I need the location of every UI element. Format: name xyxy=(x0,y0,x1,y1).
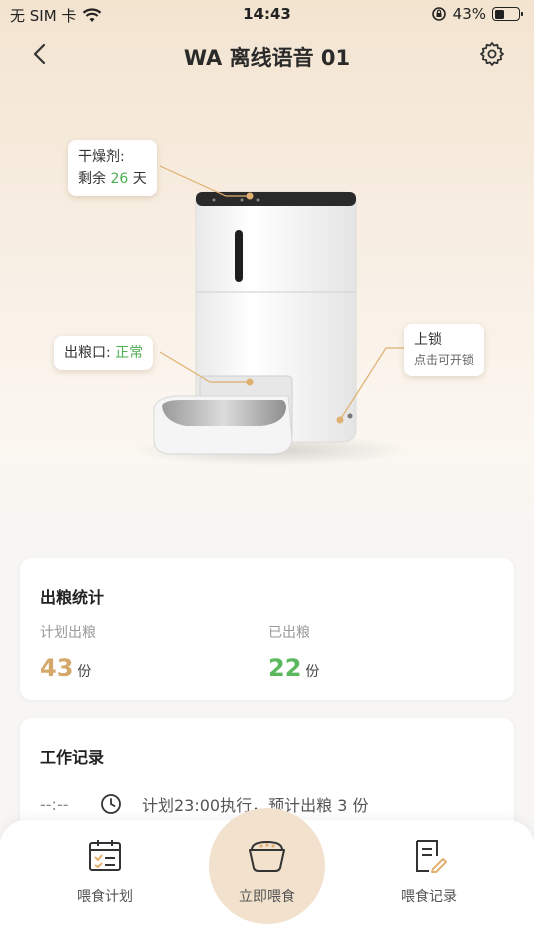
dispensed-value: 22 xyxy=(268,654,302,682)
calendar-check-icon xyxy=(89,840,121,871)
desiccant-days: 26 xyxy=(110,171,129,187)
log-time: --:-- xyxy=(40,794,69,814)
page-title: WA 离线语音 01 xyxy=(183,46,351,70)
lock-callout[interactable]: 上锁 点击可开锁 xyxy=(404,324,485,376)
desiccant-label: 干燥剂: xyxy=(78,149,125,165)
battery-icon xyxy=(492,7,523,21)
dispensed-unit: 份 xyxy=(305,664,320,680)
outlet-label: 出粮口: xyxy=(64,345,111,361)
orientation-lock-icon xyxy=(431,7,446,21)
status-right: 43% xyxy=(431,5,523,23)
outlet-status: 正常 xyxy=(115,345,144,361)
planned-stat: 43 份 xyxy=(40,654,91,682)
stats-title: 出粮统计 xyxy=(40,588,105,607)
planned-label: 计划出粮 xyxy=(40,625,96,641)
tab-feed-now-label: 立即喂食 xyxy=(239,889,295,905)
feeder-illustration: 干燥剂: 剩余 26 天 出粮口: 正常 上锁 点击可开锁 xyxy=(0,140,534,480)
outlet-callout: 出粮口: 正常 xyxy=(54,336,154,370)
dispensed-label: 已出粮 xyxy=(268,625,310,641)
records-edit-icon xyxy=(416,840,447,873)
desiccant-prefix: 剩余 xyxy=(78,171,106,187)
planned-value: 43 xyxy=(40,654,74,682)
gear-icon[interactable] xyxy=(478,40,506,68)
tab-feeding-records-label: 喂食记录 xyxy=(401,889,457,905)
planned-unit: 份 xyxy=(77,664,92,680)
battery-level-fill xyxy=(494,9,505,19)
desiccant-callout: 干燥剂: 剩余 26 天 xyxy=(68,140,157,196)
nav-bar: WA 离线语音 01 xyxy=(0,34,534,78)
tab-feed-now[interactable]: 立即喂食 xyxy=(192,838,342,906)
feeding-stats-card: 出粮统计 计划出粮 43 份 已出粮 22 份 xyxy=(20,558,514,700)
log-entry: --:-- 计划23:00执行，预计出粮 3 份 xyxy=(40,792,368,816)
tab-feeding-records[interactable]: 喂食记录 xyxy=(354,838,504,906)
tab-feeding-plan[interactable]: 喂食计划 xyxy=(30,838,180,906)
lock-hint: 点击可开锁 xyxy=(414,353,475,367)
bottom-tab-bar: 喂食计划 立即喂食 喂食记录 xyxy=(0,808,534,950)
desiccant-suffix: 天 xyxy=(132,171,147,187)
tab-feeding-plan-label: 喂食计划 xyxy=(77,889,133,905)
food-bowl-icon xyxy=(249,840,285,872)
desiccant-remaining: 剩余 26 天 xyxy=(78,168,147,190)
clock-icon xyxy=(101,794,121,814)
status-bar: 无 SIM 卡 14:43 43% xyxy=(0,0,534,28)
dispensed-stat: 22 份 xyxy=(268,654,319,682)
battery-percent: 43% xyxy=(452,5,486,23)
lock-title: 上锁 xyxy=(414,332,442,348)
work-log-title: 工作记录 xyxy=(40,748,105,767)
